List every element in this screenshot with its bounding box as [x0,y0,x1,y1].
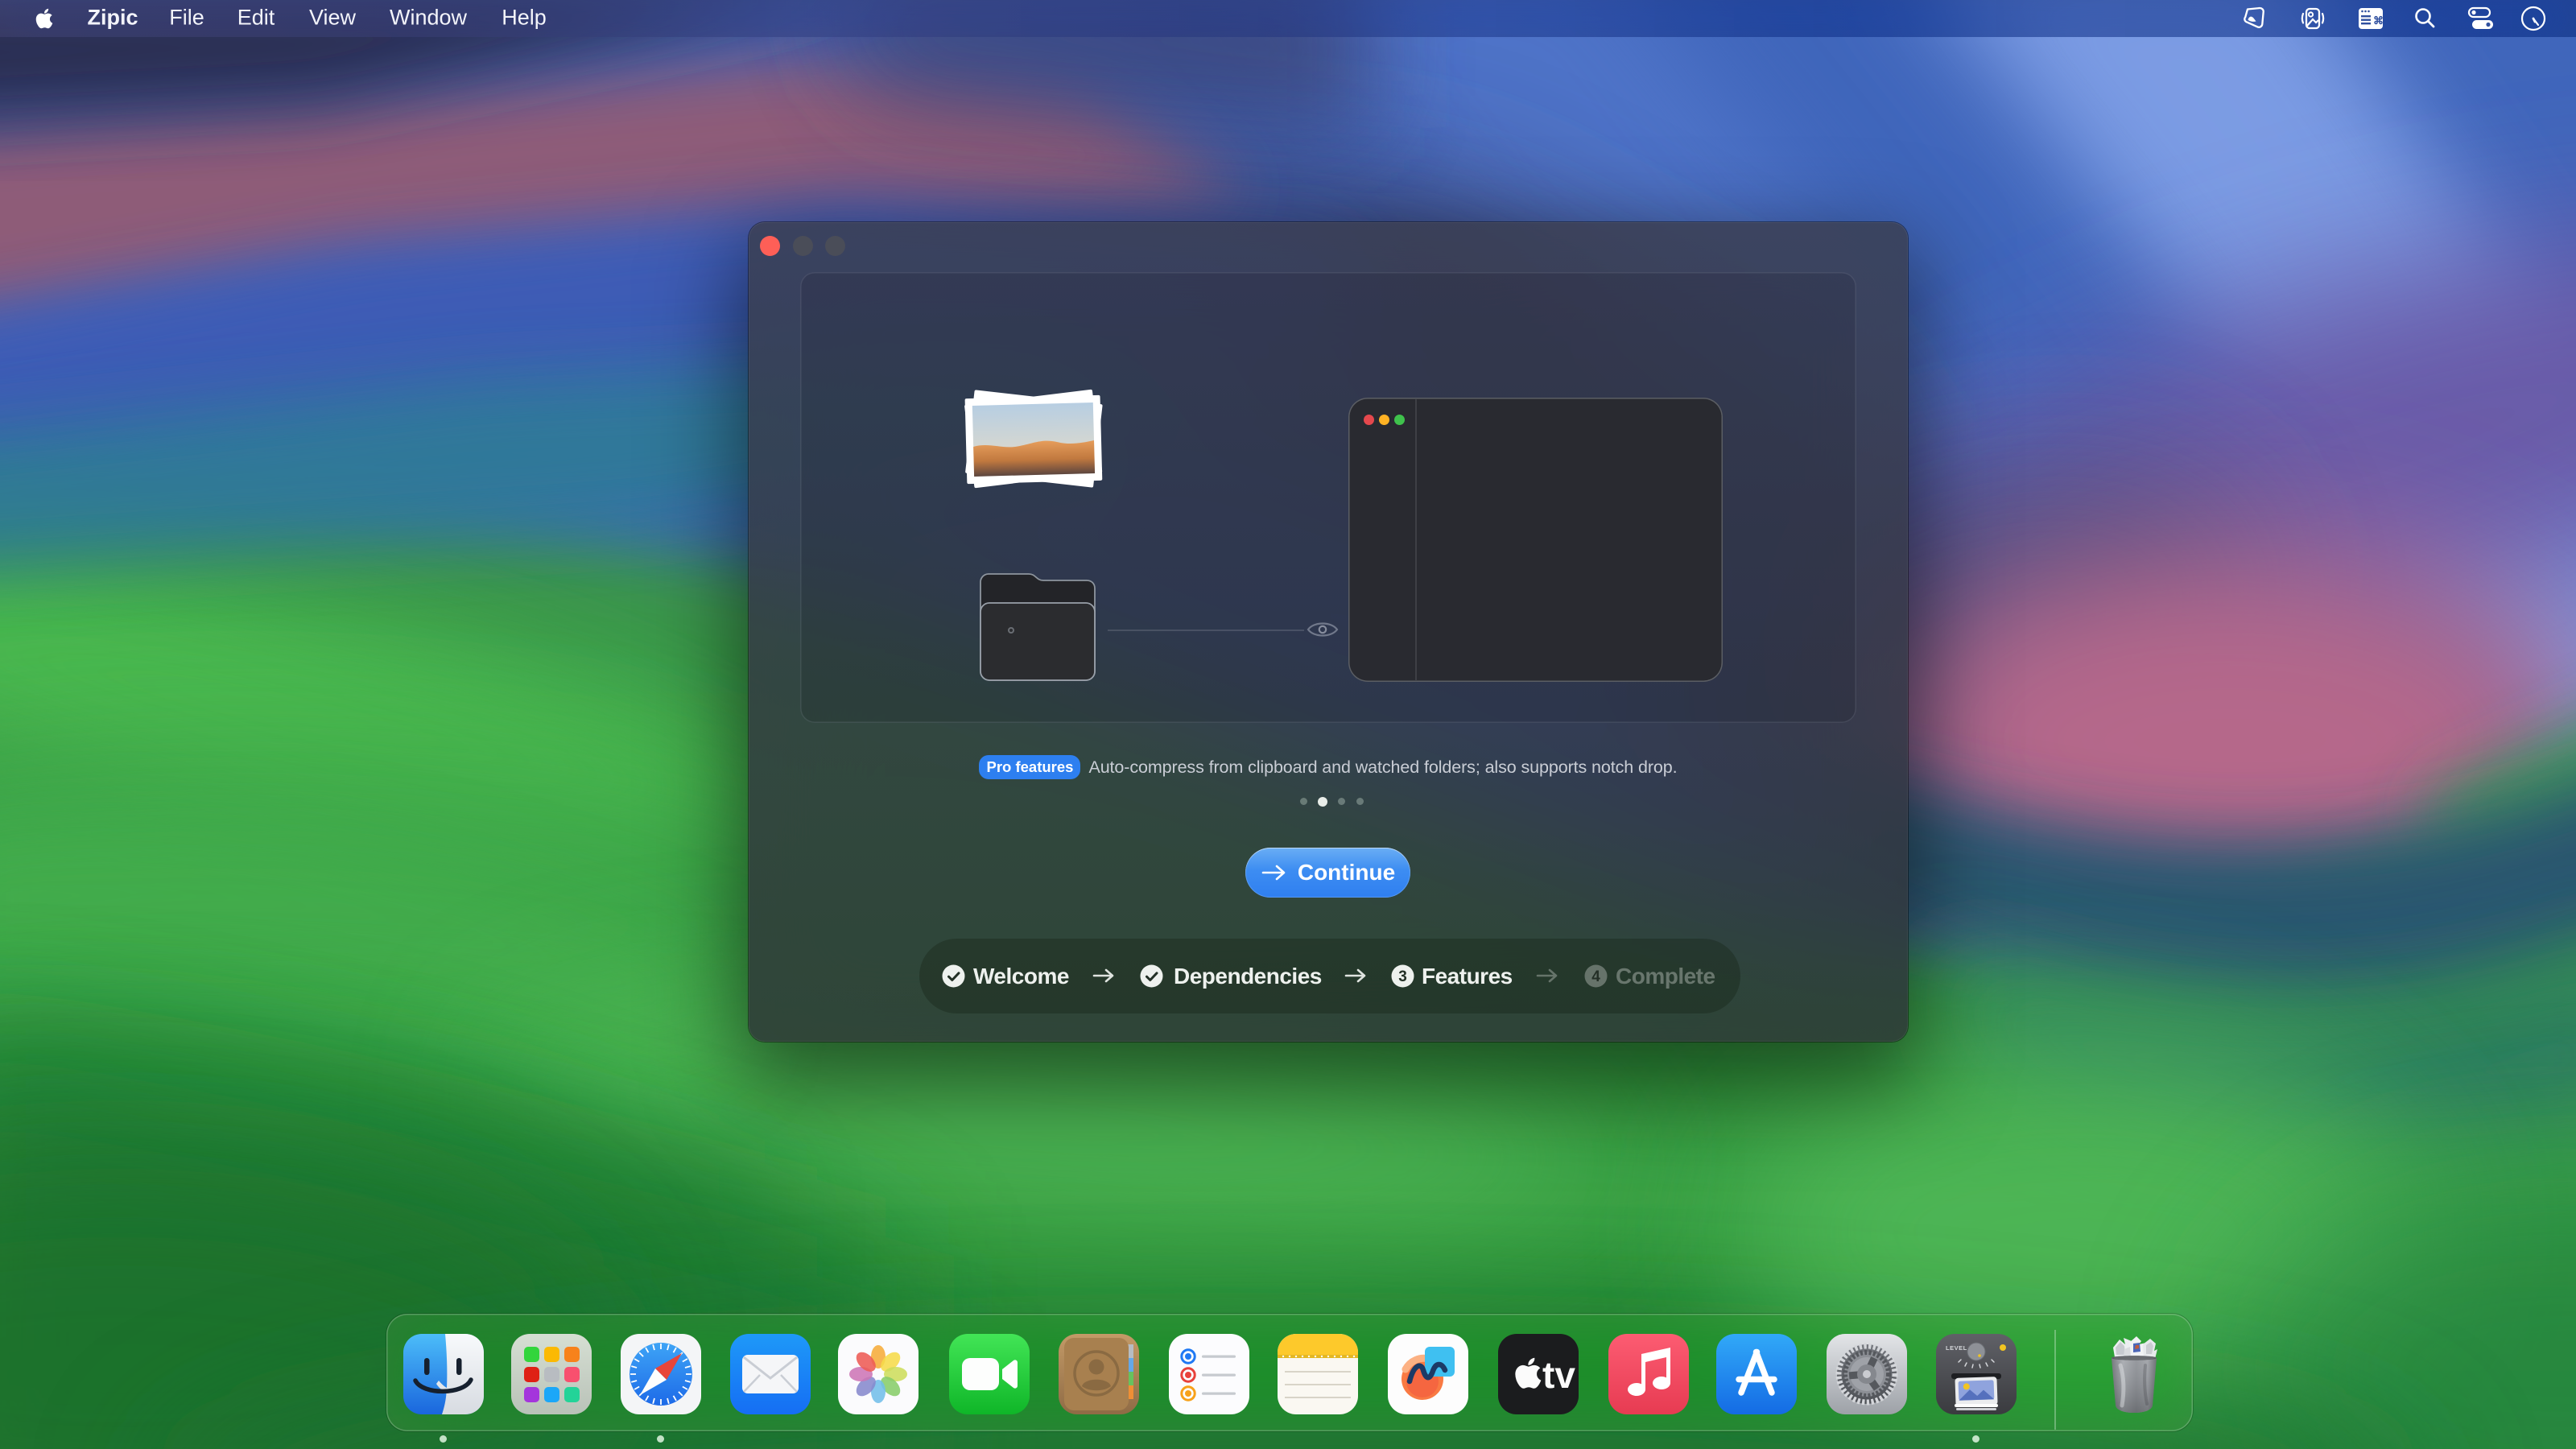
svg-text:LEVEL: LEVEL [1946,1344,1967,1352]
svg-text:4: 4 [1591,968,1600,985]
svg-text:tv: tv [1542,1354,1575,1396]
svg-text:3: 3 [1398,968,1407,985]
svg-text:⌘: ⌘ [2373,14,2384,27]
